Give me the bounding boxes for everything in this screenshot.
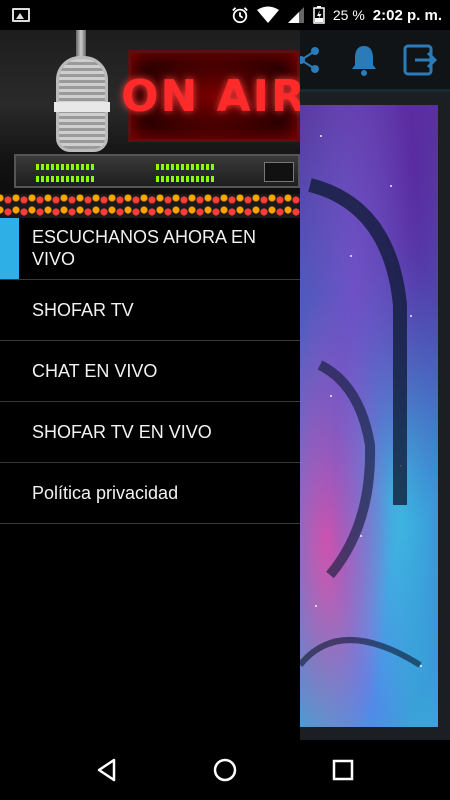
system-navigation-bar [0,740,450,800]
recents-icon[interactable] [323,750,363,790]
navigation-drawer: ON AIR ESCUCHANOS AHORA EN VIVO SHOFAR T… [0,30,300,740]
drawer-menu: ESCUCHANOS AHORA EN VIVO SHOFAR TV CHAT … [0,218,300,524]
signal-icon [287,7,304,23]
headphones-illustration [300,178,422,668]
mixer-knobs [0,194,300,218]
menu-item-shofar-tv[interactable]: SHOFAR TV [0,280,300,341]
exit-icon[interactable] [400,40,440,80]
image-notification-icon [12,8,30,22]
home-icon[interactable] [205,750,245,790]
menu-item-label: SHOFAR TV EN VIVO [32,422,212,442]
active-indicator [0,218,19,279]
status-bar: 25 % 2:02 p. m. [0,0,450,30]
menu-item-label: ESCUCHANOS AHORA EN VIVO [32,227,257,269]
on-air-text: ON AIR [121,70,300,122]
alarm-icon [232,7,248,24]
clock: 2:02 p. m. [372,6,442,24]
menu-item-politica-privacidad[interactable]: Política privacidad [0,463,300,524]
menu-item-shofar-tv-en-vivo[interactable]: SHOFAR TV EN VIVO [0,402,300,463]
menu-item-label: SHOFAR TV [32,300,134,320]
drawer-header-image: ON AIR [0,30,300,218]
bell-icon[interactable] [344,40,384,80]
menu-item-label: Política privacidad [32,483,179,503]
hero-artwork [300,105,438,727]
audio-console [14,154,300,188]
back-icon[interactable] [87,750,127,790]
wifi-icon [256,6,279,23]
menu-item-chat-en-vivo[interactable]: CHAT EN VIVO [0,341,300,402]
battery-icon [313,6,325,24]
on-air-sign: ON AIR [121,50,300,142]
battery-percent: 25 % [332,7,365,23]
menu-item-escuchanos-ahora-en-vivo[interactable]: ESCUCHANOS AHORA EN VIVO [0,218,300,280]
menu-item-label: CHAT EN VIVO [32,361,158,381]
